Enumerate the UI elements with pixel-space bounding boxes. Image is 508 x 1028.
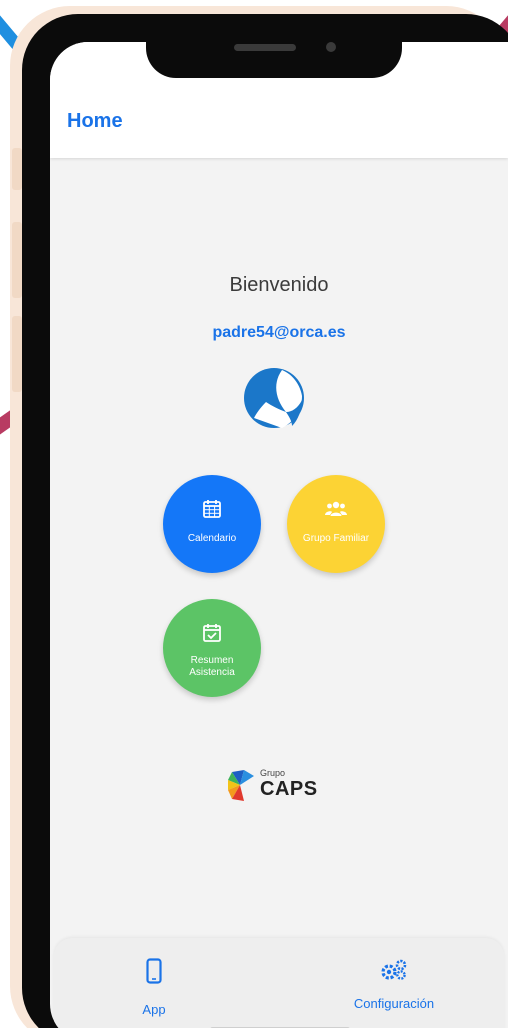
orca-logo-icon: [244, 368, 304, 428]
side-button-mute: [12, 148, 22, 190]
tab-settings-label: Configuración: [353, 996, 435, 1011]
stage: Home Bienvenido padre54@orca.es Calendar…: [0, 0, 508, 1028]
bottom-navigation: App Configuración: [54, 938, 504, 1028]
calendar-check-icon: [203, 624, 221, 642]
users-icon: [325, 501, 347, 516]
speaker-grille: [234, 44, 296, 51]
attendance-summary-button-label: Resumen Asistencia: [189, 655, 235, 678]
attendance-summary-button[interactable]: Resumen Asistencia: [163, 599, 261, 697]
front-camera: [326, 42, 336, 52]
tab-settings[interactable]: Configuración: [309, 938, 479, 1028]
tab-app-label: App: [142, 1002, 166, 1017]
tab-app[interactable]: App: [94, 938, 214, 1028]
caps-logo-small-text: Grupo: [260, 768, 286, 778]
family-group-button[interactable]: Grupo Familiar: [287, 475, 385, 573]
mobile-phone-icon: [146, 958, 162, 984]
phone-notch: [146, 14, 402, 78]
calendar-icon: [203, 500, 221, 518]
phone-screen: Home Bienvenido padre54@orca.es Calendar…: [50, 42, 508, 1028]
side-button-volume-down: [12, 316, 22, 392]
calendar-button[interactable]: Calendario: [163, 475, 261, 573]
caps-logo-icon: [228, 770, 254, 801]
caps-logo-big-text: CAPS: [260, 778, 318, 800]
side-button-volume-up: [12, 222, 22, 298]
user-email: padre54@orca.es: [212, 324, 346, 341]
family-group-button-label: Grupo Familiar: [302, 533, 370, 544]
welcome-text: Bienvenido: [229, 274, 329, 296]
page-title: Home: [67, 110, 123, 132]
gears-icon: [381, 959, 407, 980]
calendar-button-label: Calendario: [187, 533, 237, 544]
grupo-caps-logo: Grupo CAPS: [226, 766, 336, 806]
